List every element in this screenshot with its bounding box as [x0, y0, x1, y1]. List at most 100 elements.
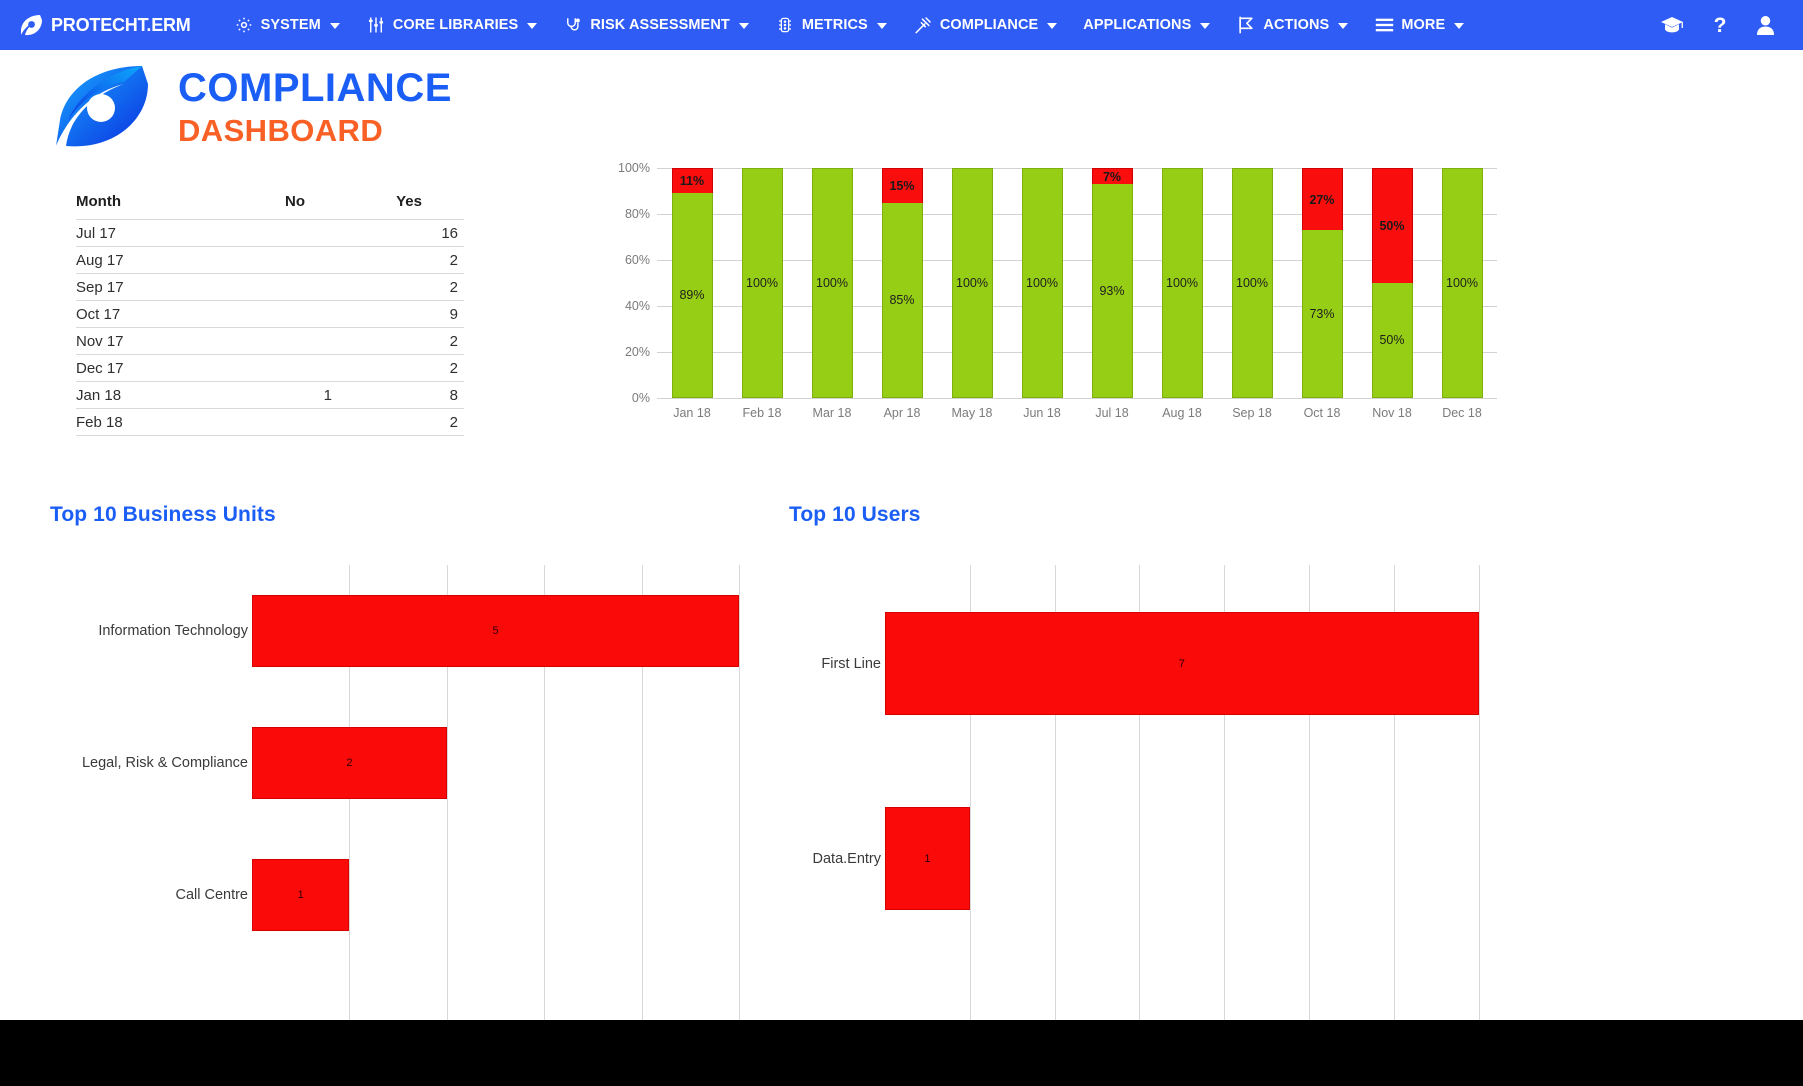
user-profile-icon[interactable]	[1756, 15, 1775, 36]
table-row[interactable]: Aug 17 2	[76, 247, 464, 274]
brand-logo-link[interactable]: PROTECHT.ERM	[18, 12, 191, 38]
bar-segment-no: 7%	[1092, 168, 1133, 184]
horizontal-bar[interactable]: 2	[252, 727, 447, 799]
bar-segment-label: 100%	[1166, 276, 1198, 290]
chevron-down-icon	[330, 23, 340, 29]
nav-label: SYSTEM	[261, 17, 321, 33]
bar-segment-label: 100%	[1026, 276, 1058, 290]
y-axis-tick-label: 0%	[632, 391, 650, 405]
bar-segment-yes: 100%	[1232, 168, 1273, 398]
stacked-bar[interactable]: 27%73%	[1302, 168, 1343, 398]
nav-label: MORE	[1401, 17, 1445, 33]
x-axis-tick-label: Oct 18	[1282, 406, 1362, 420]
table-row[interactable]: Sep 17 2	[76, 274, 464, 301]
bar-segment-label: 100%	[956, 276, 988, 290]
table-row[interactable]: Dec 17 2	[76, 355, 464, 382]
stacked-bar[interactable]: 100%	[1232, 168, 1273, 398]
stacked-bar[interactable]: 11%89%	[672, 168, 713, 398]
nav-right-actions: ?	[1660, 14, 1785, 36]
x-axis-tick-label: May 18	[932, 406, 1012, 420]
bar-segment-no: 11%	[672, 168, 713, 193]
bar-segment-yes: 50%	[1372, 283, 1413, 398]
horizontal-bar[interactable]: 5	[252, 595, 739, 667]
x-axis-tick-label: Sep 18	[1212, 406, 1292, 420]
nav-item-actions[interactable]: ACTIONS	[1223, 0, 1361, 50]
gridline	[739, 565, 740, 1026]
cell-yes: 2	[354, 328, 464, 355]
cell-no	[236, 220, 354, 247]
nav-item-core-libraries[interactable]: CORE LIBRARIES	[353, 0, 550, 50]
graduation-cap-icon[interactable]	[1660, 15, 1684, 35]
section-title-business-units: Top 10 Business Units	[50, 503, 276, 527]
category-label: Data.Entry	[813, 851, 882, 867]
chevron-down-icon	[1047, 23, 1057, 29]
y-axis-tick-label: 20%	[625, 345, 650, 359]
stacked-bar[interactable]: 100%	[742, 168, 783, 398]
nav-item-compliance[interactable]: COMPLIANCE	[900, 0, 1070, 50]
cell-month: Sep 17	[76, 274, 236, 301]
table-row[interactable]: Jul 17 16	[76, 220, 464, 247]
stacked-bar[interactable]: 100%	[812, 168, 853, 398]
nav-item-metrics[interactable]: METRICS	[762, 0, 900, 50]
stacked-bar[interactable]: 100%	[952, 168, 993, 398]
stacked-bar[interactable]: 100%	[1442, 168, 1483, 398]
nav-item-risk-assessment[interactable]: RISK ASSESSMENT	[550, 0, 762, 50]
bar-segment-yes: 100%	[1442, 168, 1483, 398]
table-header-row: Month No Yes	[76, 193, 464, 220]
nav-label: COMPLIANCE	[940, 17, 1038, 33]
svg-text:?: ?	[1714, 14, 1727, 36]
chevron-down-icon	[1200, 23, 1210, 29]
horizontal-bar[interactable]: 1	[885, 807, 970, 910]
nav-label: METRICS	[802, 17, 868, 33]
x-axis-tick-label: Jan 18	[652, 406, 732, 420]
cell-yes: 2	[354, 355, 464, 382]
horizontal-bar[interactable]: 1	[252, 859, 349, 931]
bar-segment-label: 100%	[746, 276, 778, 290]
stacked-bar[interactable]: 7%93%	[1092, 168, 1133, 398]
table-row[interactable]: Oct 17 9	[76, 301, 464, 328]
cell-no	[236, 274, 354, 301]
y-axis-tick-label: 60%	[625, 253, 650, 267]
help-question-icon[interactable]: ?	[1712, 14, 1728, 36]
nav-item-more[interactable]: MORE	[1361, 0, 1477, 50]
bar-segment-yes: 85%	[882, 203, 923, 399]
stacked-bar[interactable]: 15% 85%	[882, 168, 923, 398]
bar-segment-label: 11%	[680, 174, 704, 188]
table-row[interactable]: Feb 18 2	[76, 409, 464, 436]
protecht-logo-icon	[18, 12, 44, 38]
gridline	[1479, 565, 1480, 1026]
cell-no	[236, 247, 354, 274]
column-header-yes: Yes	[354, 193, 464, 220]
compliance-logo-mark-icon	[52, 62, 156, 150]
cell-no: 1	[236, 382, 354, 409]
page-title: COMPLIANCE	[178, 67, 452, 109]
page-subtitle: DASHBOARD	[178, 113, 452, 149]
cell-yes: 2	[354, 247, 464, 274]
cell-no	[236, 409, 354, 436]
cell-month: Jan 18	[76, 382, 236, 409]
bar-segment-no: 50%	[1372, 168, 1413, 283]
nav-item-system[interactable]: SYSTEM	[221, 0, 353, 50]
horizontal-bar[interactable]: 7	[885, 612, 1479, 715]
table-row[interactable]: Nov 17 2	[76, 328, 464, 355]
stacked-bar[interactable]: 50% 50%	[1372, 168, 1413, 398]
stacked-bar[interactable]: 100%	[1022, 168, 1063, 398]
x-axis-tick-label: Feb 18	[722, 406, 802, 420]
chevron-down-icon	[1454, 23, 1464, 29]
flag-icon	[1236, 15, 1256, 35]
nav-label: ACTIONS	[1263, 17, 1329, 33]
stacked-chart-plot-area: 0%20%40%60%80%100%11%89%Jan 18100%Feb 18…	[657, 168, 1497, 398]
nav-label: RISK ASSESSMENT	[590, 17, 730, 33]
table-row[interactable]: Jan 18 1 8	[76, 382, 464, 409]
y-axis-tick-label: 100%	[618, 161, 650, 175]
bar-value-label: 7	[1179, 658, 1185, 670]
category-label: Information Technology	[98, 623, 248, 639]
bar-segment-yes: 100%	[1022, 168, 1063, 398]
bar-segment-label: 50%	[1379, 333, 1404, 347]
bar-segment-yes: 89%	[672, 193, 713, 398]
stacked-bar[interactable]: 100%	[1162, 168, 1203, 398]
bar-segment-label: 15%	[889, 179, 914, 193]
column-header-month: Month	[76, 193, 236, 220]
nav-item-applications[interactable]: APPLICATIONS	[1070, 0, 1223, 50]
bottom-black-strip	[0, 1020, 1803, 1086]
